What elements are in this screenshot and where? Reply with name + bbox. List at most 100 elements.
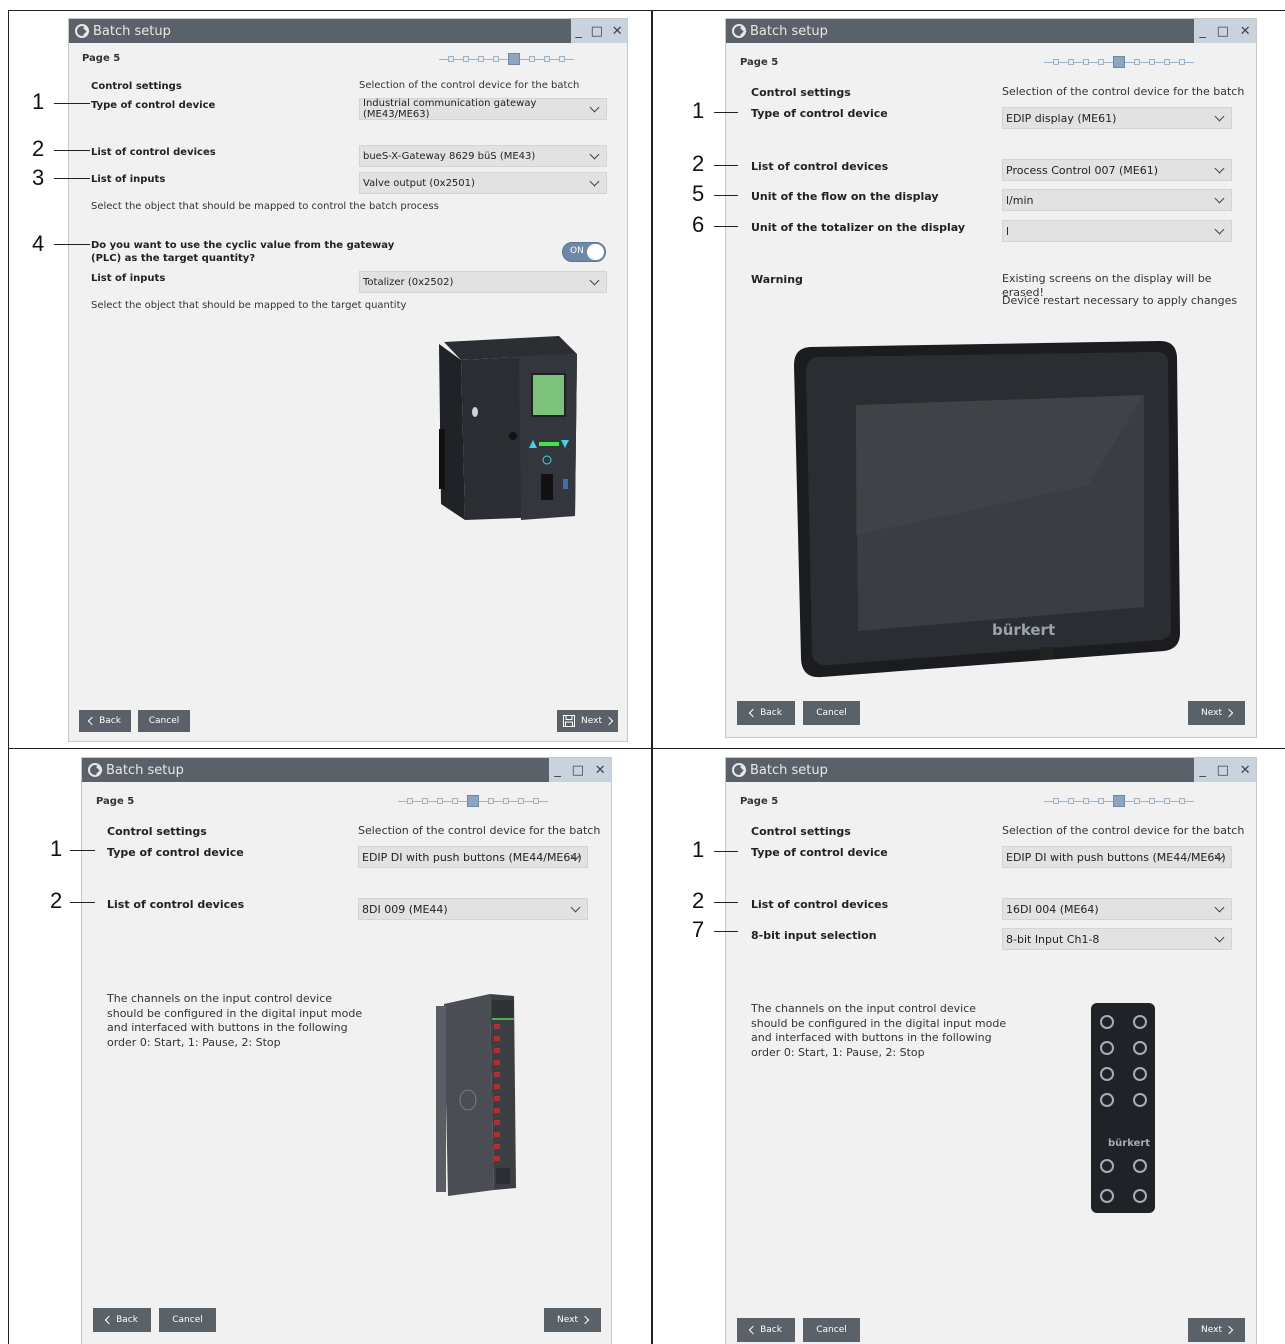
control-devices-label: List of control devices	[751, 898, 889, 911]
window-title: Batch setup	[750, 762, 828, 778]
chevron-right-icon	[1224, 1325, 1234, 1335]
window-titlebar: Batch setup _ □ ✕	[82, 758, 611, 782]
chevron-down-icon	[1214, 902, 1225, 913]
callout-number: 1	[692, 837, 705, 862]
back-button[interactable]: Back	[737, 1318, 795, 1342]
toggle-state: ON	[570, 246, 584, 256]
chevron-left-icon	[748, 708, 758, 718]
callout-number: 6	[692, 212, 705, 237]
next-button[interactable]: Next	[1188, 701, 1245, 725]
close-icon[interactable]: ✕	[1240, 24, 1251, 39]
next-button[interactable]: Next	[557, 710, 618, 732]
minimize-icon[interactable]: _	[1199, 24, 1206, 39]
channel-note-line-1: The channels on the input control device	[107, 992, 333, 1005]
control-devices-value: Process Control 007 (ME61)	[1006, 163, 1158, 177]
cancel-button[interactable]: Cancel	[803, 701, 860, 725]
current-page-step-icon	[467, 795, 479, 807]
cancel-button-label: Cancel	[816, 1325, 847, 1335]
section-heading: Control settings	[91, 81, 182, 92]
chevron-down-icon	[1214, 932, 1225, 943]
callout-number: 2	[32, 136, 45, 161]
current-page-step-icon	[508, 53, 520, 65]
control-devices-value: 8DI 009 (ME44)	[362, 902, 448, 916]
cancel-button[interactable]: Cancel	[138, 710, 190, 732]
bit-input-select[interactable]: 8-bit Input Ch1-8	[1002, 928, 1232, 950]
cancel-button[interactable]: Cancel	[159, 1308, 216, 1332]
cancel-button[interactable]: Cancel	[803, 1318, 860, 1342]
control-devices-label: List of control devices	[751, 160, 889, 173]
channel-note-line-4: order 0: Start, 1: Pause, 2: Stop	[751, 1046, 925, 1059]
control-type-select[interactable]: EDIP DI with push buttons (ME44/ME64)	[1002, 846, 1232, 868]
control-devices-select[interactable]: 8DI 009 (ME44)	[358, 898, 588, 920]
cyclic-value-toggle[interactable]: ON	[562, 242, 606, 262]
chevron-down-icon	[1214, 224, 1225, 235]
control-type-select[interactable]: Industrial communication gateway (ME43/M…	[359, 98, 607, 120]
control-devices-select[interactable]: 16DI 004 (ME64)	[1002, 898, 1232, 920]
back-button-label: Back	[99, 716, 121, 726]
maximize-icon[interactable]: □	[1217, 24, 1229, 39]
batch-setup-window: Batch setup _ □ ✕ Page 5 Control setting…	[68, 18, 628, 742]
window-controls: _ □ ✕	[1194, 758, 1256, 782]
control-devices-select[interactable]: Process Control 007 (ME61)	[1002, 159, 1232, 181]
batch-setup-window: Batch setup _ □ ✕ Page 5 Control setting…	[725, 18, 1257, 738]
inputs2-select[interactable]: Totalizer (0x2502)	[359, 271, 607, 293]
section-heading: Control settings	[751, 825, 851, 838]
channel-note-line-2: should be configured in the digital inpu…	[751, 1017, 1007, 1030]
callout-line	[70, 850, 95, 851]
window-controls: _ □ ✕	[549, 758, 611, 782]
hint-target-object: Select the object that should be mapped …	[91, 300, 407, 311]
flow-unit-select[interactable]: l/min	[1002, 189, 1232, 211]
control-devices-label: List of control devices	[107, 898, 245, 911]
current-page-step-icon	[1113, 56, 1125, 68]
chevron-down-icon	[1214, 111, 1225, 122]
close-icon[interactable]: ✕	[612, 24, 623, 39]
cyclic-question-line1: Do you want to use the cyclic value from…	[91, 240, 395, 251]
cyclic-question-line2: (PLC) as the target quantity?	[91, 253, 256, 264]
channel-note-line-3: and interfaced with buttons in the follo…	[107, 1021, 348, 1034]
inputs2-value: Totalizer (0x2502)	[363, 276, 454, 288]
section-description: Selection of the control device for the …	[359, 80, 580, 91]
cancel-button-label: Cancel	[148, 716, 180, 726]
back-button[interactable]: Back	[93, 1308, 151, 1332]
toggle-knob	[587, 244, 604, 260]
control-type-label: Type of control device	[751, 846, 888, 859]
minimize-icon[interactable]: _	[554, 763, 561, 778]
totalizer-unit-select[interactable]: l	[1002, 220, 1232, 242]
callout-number: 2	[692, 888, 705, 913]
chevron-left-icon	[87, 716, 97, 726]
next-button-label: Next	[1201, 1325, 1222, 1335]
control-devices-select[interactable]: bueS-X-Gateway 8629 büS (ME43)	[359, 145, 607, 167]
io-module-image	[436, 994, 516, 1196]
callout-line	[54, 103, 90, 104]
cancel-button-label: Cancel	[172, 1315, 203, 1325]
window-title: Batch setup	[750, 23, 828, 39]
close-icon[interactable]: ✕	[595, 763, 606, 778]
section-description: Selection of the control device for the …	[358, 824, 601, 837]
callout-number: 1	[692, 98, 705, 123]
totalizer-unit-label: Unit of the totalizer on the display	[751, 221, 966, 234]
current-page-step-icon	[1113, 795, 1125, 807]
back-button[interactable]: Back	[79, 710, 131, 732]
page-progress	[439, 53, 574, 65]
control-type-select[interactable]: EDIP DI with push buttons (ME44/ME64)	[358, 846, 588, 868]
warning-label: Warning	[751, 273, 803, 286]
maximize-icon[interactable]: □	[591, 24, 603, 39]
close-icon[interactable]: ✕	[1240, 763, 1251, 778]
next-button[interactable]: Next	[1188, 1318, 1245, 1342]
minimize-icon[interactable]: _	[575, 24, 582, 39]
window-titlebar: Batch setup _ □ ✕	[726, 19, 1256, 43]
control-devices-value: bueS-X-Gateway 8629 büS (ME43)	[363, 150, 536, 162]
back-button[interactable]: Back	[737, 701, 795, 725]
next-button-label: Next	[581, 716, 602, 726]
display-brand-text: bürkert	[992, 621, 1055, 639]
maximize-icon[interactable]: □	[1217, 763, 1229, 778]
maximize-icon[interactable]: □	[572, 763, 584, 778]
page-label: Page 5	[740, 796, 779, 807]
control-type-select[interactable]: EDIP display (ME61)	[1002, 107, 1232, 129]
next-button[interactable]: Next	[544, 1308, 601, 1332]
chevron-right-icon	[580, 1315, 590, 1325]
page-progress	[1044, 795, 1194, 807]
inputs-select[interactable]: Valve output (0x2501)	[359, 172, 607, 194]
flow-unit-value: l/min	[1006, 193, 1034, 207]
minimize-icon[interactable]: _	[1199, 763, 1206, 778]
